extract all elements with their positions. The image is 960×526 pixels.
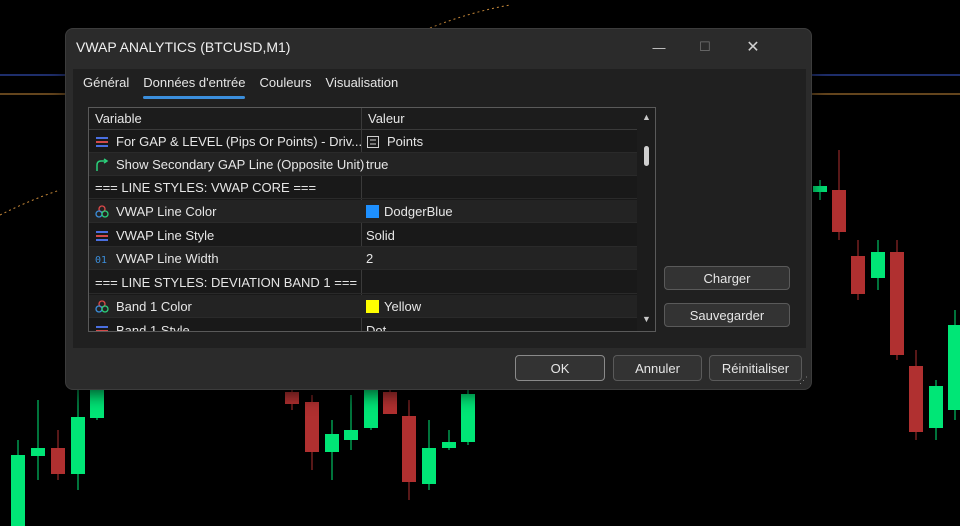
candle-body [948,325,960,410]
candle-body [71,417,85,474]
candle-body [422,448,436,484]
candle-body [325,434,339,452]
candle-body [851,256,865,294]
row-name: For GAP & LEVEL (Pips Or Points) - Driv.… [116,134,363,149]
tab-panel: Général Données d'entrée Couleurs Visual… [73,69,806,348]
row-value: Dot [366,323,387,332]
minimize-button[interactable]: — [636,33,682,61]
candle-body [383,392,397,414]
row-name: VWAP Line Color [116,204,217,219]
resize-grip-icon[interactable]: ⋰ [799,375,808,386]
tab-general[interactable]: Général [83,75,129,97]
candle-body [832,190,846,232]
ok-button[interactable]: OK [515,355,605,381]
candle-body [285,392,299,404]
tab-colors[interactable]: Couleurs [259,75,311,97]
candle-body [929,386,943,428]
color-swatch [366,300,379,313]
table-row[interactable]: For GAP & LEVEL (Pips Or Points) - Driv.… [89,130,637,153]
table-row[interactable]: Show Secondary GAP Line (Opposite Unit) … [89,153,637,176]
scrollbar-thumb[interactable] [644,146,649,166]
scroll-down-icon[interactable]: ▼ [642,314,651,324]
maximize-icon: ☐ [699,39,711,54]
tab-visualization[interactable]: Visualisation [326,75,399,97]
maximize-button[interactable]: ☐ [682,33,728,61]
color-icon [95,204,111,219]
row-value: DodgerBlue [384,204,453,219]
dialog-title: VWAP ANALYTICS (BTCUSD,M1) [76,39,291,55]
row-value: Solid [366,228,395,243]
candle-body [11,455,25,526]
color-swatch [366,205,379,218]
candle-body [402,416,416,482]
load-button[interactable]: Charger [664,266,790,290]
enum-icon [95,229,111,243]
row-name: Band 1 Style [116,323,190,332]
close-button[interactable]: ✕ [730,33,776,61]
tab-bar: Général Données d'entrée Couleurs Visual… [83,75,412,99]
row-name: Show Secondary GAP Line (Opposite Unit) [116,157,365,172]
candle-body [890,252,904,355]
candle-body [871,252,885,278]
list-icon [366,135,382,149]
table-row[interactable]: === LINE STYLES: VWAP CORE === [89,176,637,199]
row-value: Yellow [384,299,422,314]
grid-header: Variable Valeur [89,108,637,130]
tab-input-data[interactable]: Données d'entrée [143,75,246,99]
svg-text:01: 01 [95,255,107,266]
candle-body [364,390,378,428]
scroll-up-icon[interactable]: ▲ [642,112,651,122]
row-value: true [366,157,389,172]
column-header-value[interactable]: Valeur [368,111,405,126]
row-value: Points [387,134,424,149]
row-name: Band 1 Color [116,299,192,314]
row-name: === LINE STYLES: VWAP CORE === [95,180,317,195]
cancel-button[interactable]: Annuler [613,355,702,381]
candle-body [51,448,65,474]
candle-body [461,394,475,442]
row-name: === LINE STYLES: DEVIATION BAND 1 === [95,275,358,290]
column-header-variable[interactable]: Variable [95,111,142,126]
close-icon: ✕ [746,39,760,56]
enum-icon [95,324,111,331]
candle-body [813,186,827,192]
candle-body [31,448,45,456]
table-row[interactable]: VWAP Line Color DodgerBlue [89,200,637,223]
table-row[interactable]: 01 VWAP Line Width 2 [89,247,637,270]
bool-icon [95,157,111,172]
int-icon: 01 [95,252,111,266]
candle-body [305,402,319,452]
input-settings-dialog: VWAP ANALYTICS (BTCUSD,M1) — ☐ ✕ Général… [65,28,812,390]
table-row[interactable]: === LINE STYLES: DEVIATION BAND 1 === [89,271,637,294]
band-dotted-line [0,189,61,216]
inputs-grid[interactable]: Variable Valeur For GAP & LEVEL (Pips Or… [88,107,656,332]
table-row[interactable]: Band 1 Style Dot [89,319,637,332]
enum-icon [95,135,111,149]
title-bar[interactable]: VWAP ANALYTICS (BTCUSD,M1) — ☐ ✕ [66,29,811,65]
candle-body [442,442,456,448]
save-button[interactable]: Sauvegarder [664,303,790,327]
reset-button[interactable]: Réinitialiser [709,355,802,381]
row-name: VWAP Line Width [116,251,219,266]
row-name: VWAP Line Style [116,228,215,243]
candle-body [344,430,358,440]
band-dotted-line-top [429,4,511,29]
color-icon [95,299,111,314]
candle-body [909,366,923,432]
table-row[interactable]: VWAP Line Style Solid [89,224,637,247]
row-value: 2 [366,251,374,266]
vertical-scrollbar[interactable]: ▲ ▼ [637,108,655,331]
table-row[interactable]: Band 1 Color Yellow [89,295,637,318]
minimize-icon: — [652,39,666,55]
